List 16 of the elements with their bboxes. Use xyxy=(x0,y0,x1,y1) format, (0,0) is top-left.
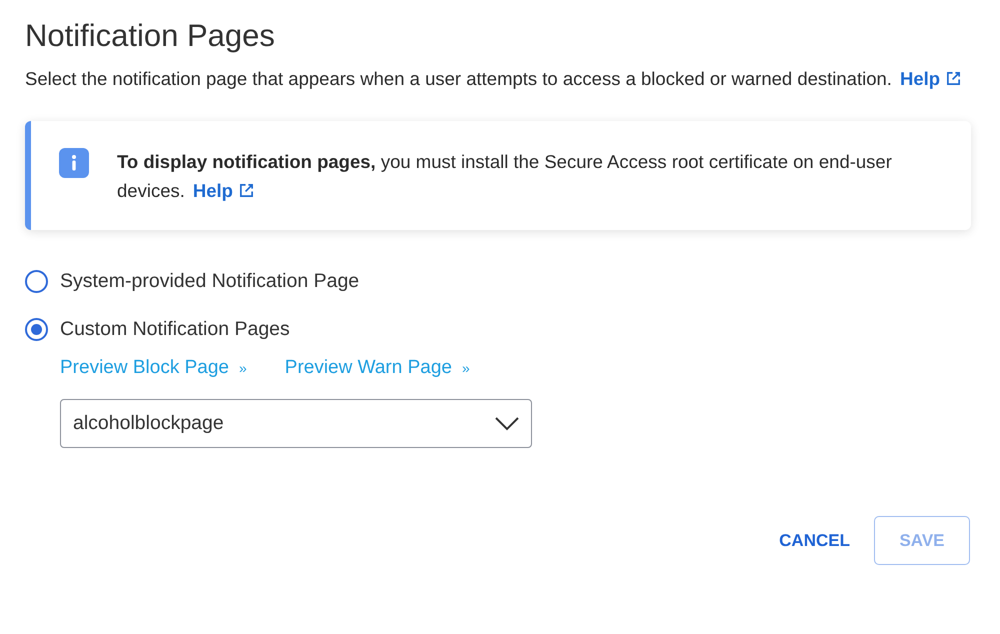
radio-button[interactable] xyxy=(25,318,48,341)
radio-label: System-provided Notification Page xyxy=(60,270,360,293)
info-icon xyxy=(59,148,89,178)
radio-label: Custom Notification Pages xyxy=(60,318,290,341)
page-title: Notification Pages xyxy=(25,18,276,54)
chevron-down-icon xyxy=(495,416,519,430)
callout-text: To display notification pages, you must install the Secure Access root certificate on end-user devices. Help xyxy=(117,147,941,205)
page-select[interactable]: alcoholblockpage xyxy=(60,399,532,448)
help-link[interactable]: Help xyxy=(192,176,254,205)
help-link[interactable]: Help xyxy=(900,64,962,93)
description-text: Select the notification page that appears when a user attempts to access a blocked or warned destination. Help xyxy=(25,64,970,93)
preview-link[interactable]: Preview Block Page » xyxy=(60,357,247,379)
external-link-icon xyxy=(238,183,254,198)
preview-link[interactable]: Preview Warn Page » xyxy=(284,357,470,379)
external-link-icon xyxy=(946,71,962,86)
radio-button[interactable] xyxy=(25,270,48,293)
